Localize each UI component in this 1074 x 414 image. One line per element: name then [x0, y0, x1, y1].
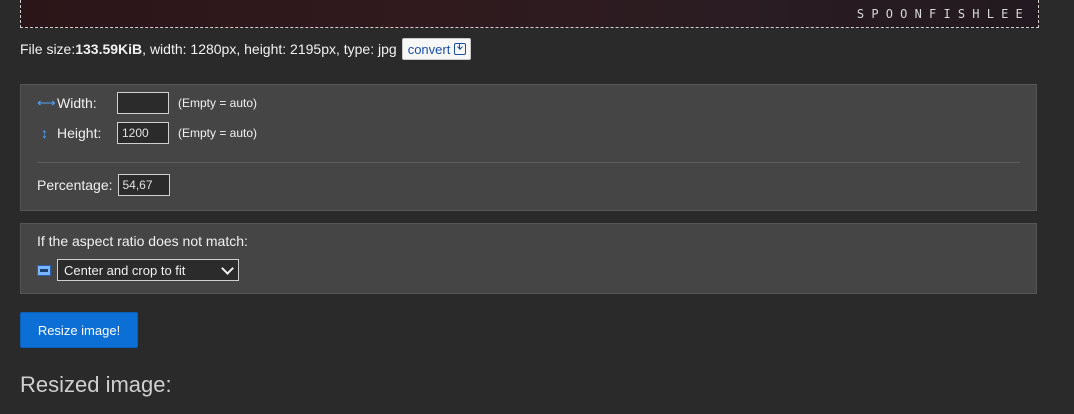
- width-input[interactable]: [117, 92, 169, 114]
- aspect-panel: If the aspect ratio does not match: Cent…: [20, 223, 1037, 294]
- height-label: Height:: [57, 125, 102, 141]
- height-row: ↕ Height: (Empty = auto): [37, 122, 257, 144]
- aspect-select-row: Center and crop to fit: [37, 259, 239, 281]
- width-row: ⟷ Width: (Empty = auto): [37, 92, 257, 114]
- chevron-down-icon: [221, 261, 234, 275]
- convert-label: convert: [407, 41, 451, 57]
- width-label-wrap: ⟷ Width:: [37, 95, 117, 111]
- height-hint: (Empty = auto): [178, 126, 258, 140]
- aspect-selected-option: Center and crop to fit: [64, 262, 186, 278]
- percentage-row: Percentage:: [37, 174, 170, 196]
- watermark-text: SPOONFISHLEE: [856, 7, 1030, 21]
- percentage-input[interactable]: [117, 174, 170, 196]
- file-size-label: File size:: [20, 41, 76, 57]
- panel-divider: [37, 162, 1020, 163]
- download-icon: [454, 43, 467, 55]
- file-info: File size: 133.59KiB , width: 1280px, he…: [20, 37, 472, 61]
- crop-icon: [37, 264, 51, 276]
- page: SPOONFISHLEE File size: 133.59KiB , widt…: [0, 0, 1074, 414]
- aspect-label-row: If the aspect ratio does not match:: [37, 233, 248, 249]
- width-hint: (Empty = auto): [178, 96, 258, 110]
- resized-image-heading: Resized image:: [20, 372, 172, 397]
- height-label-wrap: ↕ Height:: [37, 125, 117, 141]
- convert-button[interactable]: convert: [401, 38, 472, 60]
- width-label: Width:: [57, 95, 97, 111]
- file-size-value: 133.59KiB: [75, 41, 143, 57]
- height-input[interactable]: [117, 122, 169, 144]
- file-details: , width: 1280px, height: 2195px, type: j…: [142, 41, 397, 57]
- dimensions-panel: ⟷ Width: (Empty = auto) ↕ Height: (Empty…: [20, 84, 1037, 211]
- aspect-mode-select[interactable]: Center and crop to fit: [57, 259, 239, 281]
- aspect-label: If the aspect ratio does not match:: [37, 233, 248, 249]
- image-preview: SPOONFISHLEE: [20, 0, 1039, 28]
- resize-image-button[interactable]: Resize image!: [20, 312, 138, 348]
- horizontal-arrow-icon: ⟷: [37, 95, 56, 110]
- vertical-arrow-icon: ↕: [41, 125, 48, 141]
- percentage-label: Percentage:: [37, 177, 113, 193]
